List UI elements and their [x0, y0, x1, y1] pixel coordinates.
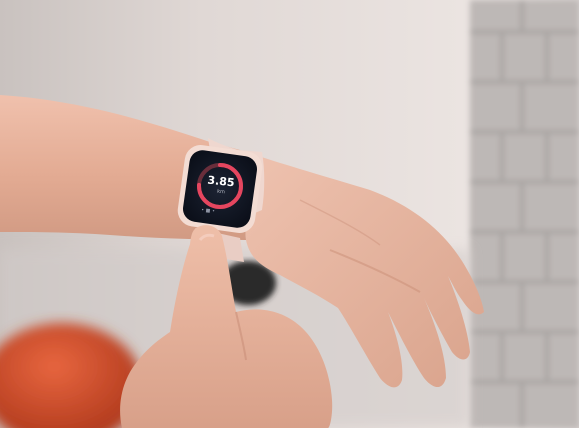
right-hand-layer	[120, 225, 333, 428]
photo-scene: 3.85 km • ■ •	[0, 0, 579, 428]
right-hand	[120, 225, 333, 428]
